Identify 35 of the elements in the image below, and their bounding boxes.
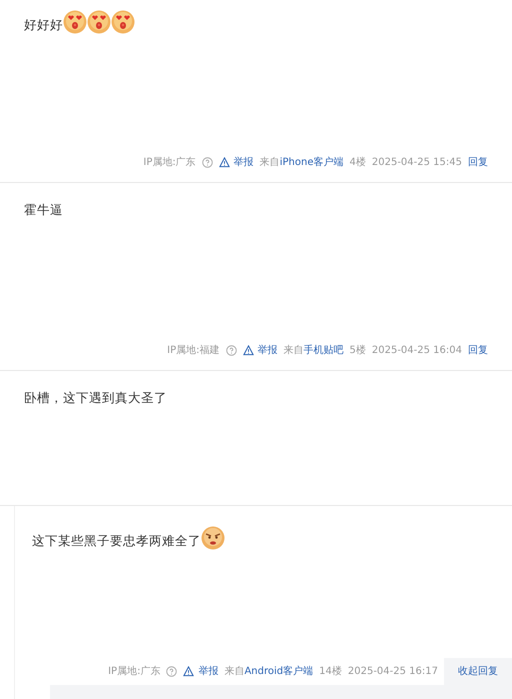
heart-eyes-emoji-icon bbox=[87, 10, 111, 34]
report-link[interactable]: 举报 bbox=[242, 343, 278, 358]
source-link[interactable]: iPhone客户端 bbox=[280, 157, 344, 168]
help-icon[interactable] bbox=[202, 157, 213, 168]
floor-number: 5楼 bbox=[350, 344, 366, 358]
warning-icon bbox=[218, 157, 230, 168]
floor-number: 14楼 bbox=[319, 664, 342, 679]
source-text: 来自 iPhone客户端 bbox=[260, 156, 344, 170]
help-icon[interactable] bbox=[226, 345, 236, 356]
angry-emoji-icon bbox=[201, 526, 225, 550]
source-link[interactable]: Android客户端 bbox=[244, 666, 314, 677]
heart-eyes-emoji-icon bbox=[111, 10, 135, 34]
warning-icon bbox=[242, 345, 254, 356]
heart-eyes-emoji-icon bbox=[63, 10, 87, 34]
post-text: 这下某些黑子要忠孝两难全了 bbox=[32, 532, 201, 550]
report-link[interactable]: 举报 bbox=[183, 664, 218, 679]
post-text: 卧槽，这下遇到真大圣了 bbox=[24, 389, 167, 407]
warning-icon bbox=[183, 666, 194, 677]
reply-button[interactable]: 回复 bbox=[468, 155, 488, 170]
post-time: 2025-04-25 16:17 bbox=[348, 665, 438, 679]
ip-location-text: IP属地:福建 bbox=[167, 344, 220, 358]
source-link[interactable]: 手机贴吧 bbox=[304, 345, 344, 356]
source-text: 来自Android客户端 bbox=[224, 664, 314, 679]
source-text: 来自手机贴吧 bbox=[284, 344, 344, 358]
ip-location-text: IP属地:广东 bbox=[143, 156, 196, 170]
post-text: 霍牛逼 bbox=[24, 201, 63, 219]
reply-button[interactable]: 收起回复 bbox=[444, 658, 512, 685]
floor-number: 4楼 bbox=[350, 156, 366, 170]
reply-button[interactable]: 回复 bbox=[468, 343, 488, 358]
help-icon[interactable] bbox=[166, 666, 178, 677]
report-link[interactable]: 举报 bbox=[218, 155, 254, 170]
post-time: 2025-04-25 16:04 bbox=[372, 344, 462, 358]
post-text: 好好好 bbox=[24, 16, 63, 34]
post-time: 2025-04-25 15:45 bbox=[372, 156, 462, 170]
ip-location-text: IP属地:广东 bbox=[108, 664, 160, 679]
